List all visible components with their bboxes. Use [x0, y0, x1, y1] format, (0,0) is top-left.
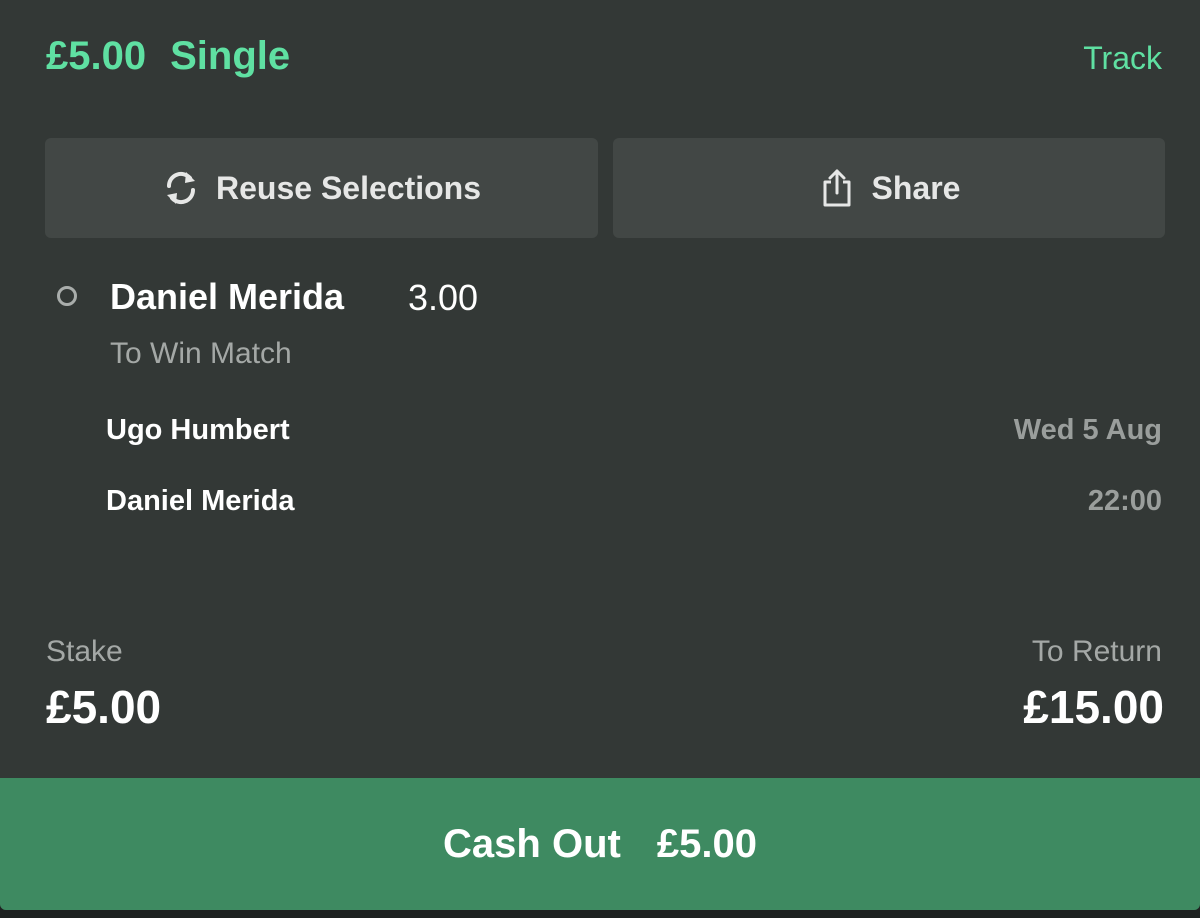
reuse-selections-label: Reuse Selections [216, 169, 481, 206]
circle-icon [57, 286, 77, 306]
stake-label: Stake [46, 635, 123, 668]
event-date: Wed 5 Aug [1013, 414, 1162, 446]
track-link[interactable]: Track [1083, 40, 1162, 77]
share-icon [818, 168, 856, 208]
cash-out-label: Cash Out [443, 821, 621, 866]
stake-value: £5.00 [46, 681, 162, 733]
event-time: 22:00 [1087, 485, 1162, 517]
to-return-label: To Return [1031, 635, 1162, 668]
refresh-icon [162, 168, 200, 208]
market-name: To Win Match [110, 337, 292, 370]
cash-out-amount: £5.00 [656, 821, 757, 866]
bet-stake-header: £5.00 [46, 34, 147, 78]
to-return-value: £15.00 [1023, 681, 1164, 733]
share-label: Share [871, 169, 961, 206]
share-button[interactable]: Share [613, 138, 1165, 238]
reuse-selections-button[interactable]: Reuse Selections [45, 138, 598, 238]
event-home-player: Ugo Humbert [106, 414, 290, 446]
cash-out-button[interactable]: Cash Out £5.00 [0, 778, 1200, 910]
bet-header: £5.00 Single [46, 34, 290, 79]
bet-type: Single [170, 34, 291, 78]
selection-odds: 3.00 [408, 277, 479, 318]
event-away-player: Daniel Merida [106, 485, 295, 517]
selection-name: Daniel Merida [110, 276, 345, 317]
bet-card: £5.00 Single Track Reuse Selections Share… [0, 0, 1200, 910]
